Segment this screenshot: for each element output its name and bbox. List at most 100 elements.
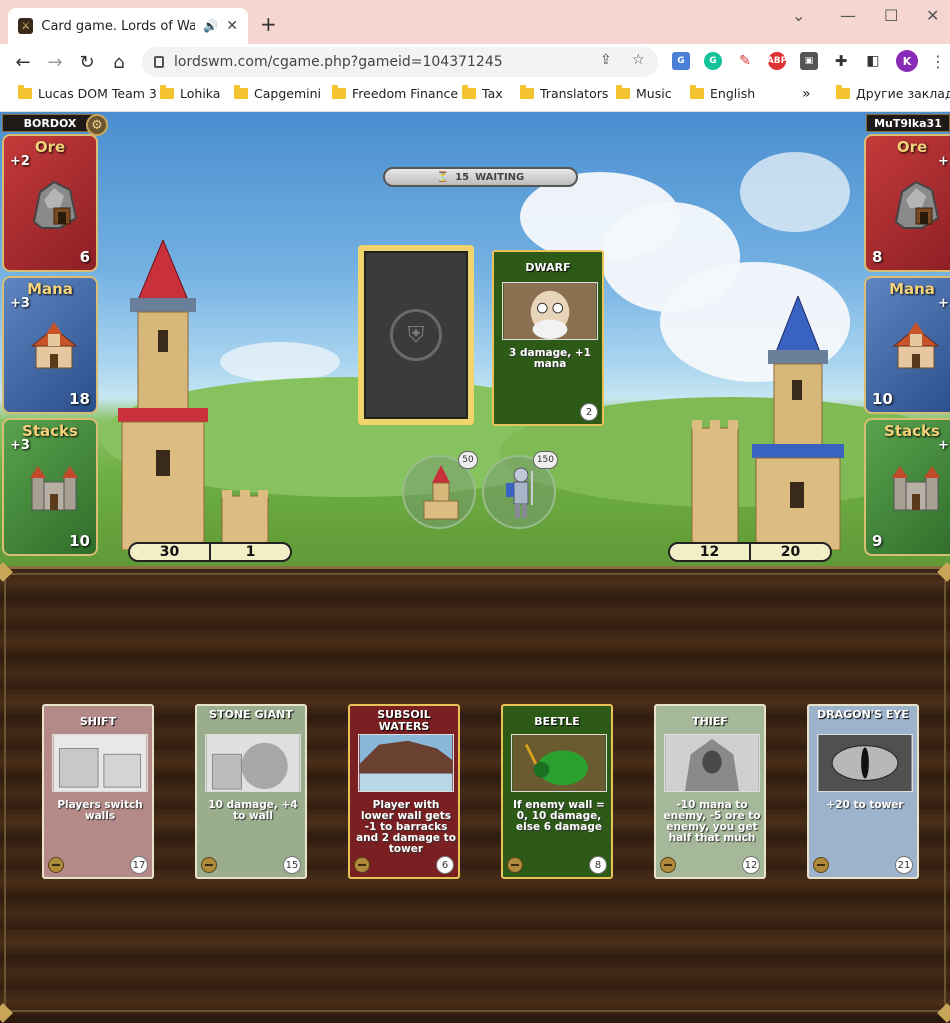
other-bookmarks[interactable]: Другие закладки [836,85,950,101]
hand-card-subsoil-waters[interactable]: SUBSOIL WATERS Player with lower wall ge… [348,704,460,879]
address-bar[interactable]: lordswm.com/cgame.php?gameid=104371245 [142,47,658,77]
folder-icon [18,85,32,99]
maximize-button[interactable]: ☐ [884,6,898,25]
discard-card-button[interactable] [507,857,523,873]
bookmarks-overflow-button[interactable]: » [802,86,811,102]
tab-title: Card game. Lords of War and [41,18,196,34]
discard-card-button[interactable] [354,857,370,873]
left-tower [118,240,208,550]
hand-card-shift[interactable]: SHIFT Players switch walls 17 [42,704,154,879]
stone-giant-image [205,734,301,792]
speaker-icon[interactable]: 🔊 [203,19,218,33]
right-tower-wall-counter: 12 20 [668,542,832,562]
ore-mine-icon [32,180,78,229]
turn-status-text: WAITING [475,171,525,183]
played-card: DWARF 3 damage, +1 mana 2 [492,250,604,426]
lock-icon[interactable] [154,56,164,68]
hand-card-beetle[interactable]: BEETLE If enemy wall = 0, 10 damage, els… [501,704,613,879]
bookmark-star-icon[interactable]: ☆ [632,52,645,68]
browser-titlebar: ⚔ Card game. Lords of War and 🔊 ✕ + ⌄ — … [0,0,950,44]
barracks-castle-icon [30,466,78,511]
game-favicon-icon: ⚔ [18,18,34,34]
left-tower-wall-counter: 30 1 [128,542,292,562]
castle-tower-icon [423,465,459,520]
hourglass-icon: ⏳ [436,171,450,183]
bookmark-item[interactable]: Lucas DOM Team 3 [18,85,157,101]
right-tower [752,296,844,550]
resource-goal-value: 150 [532,451,558,469]
bookmark-item[interactable]: English [690,85,755,101]
bookmark-item[interactable]: Freedom Finance [332,85,458,101]
profile-avatar[interactable]: K [896,50,918,72]
magic-guild-icon [892,322,940,369]
left-player-name: BORDOX [2,114,98,132]
bookmark-item[interactable]: Capgemini [234,85,321,101]
card-cost: 15 [283,856,301,874]
tower-goal-indicator: 50 [402,451,478,529]
deck-card-back-face: ⛨ [364,251,468,419]
menu-dots-icon[interactable]: ⋮ [930,52,946,71]
turn-timer: 15 [455,171,470,183]
card-cost: 21 [895,856,913,874]
deck-card-back[interactable]: ⛨ [358,245,474,425]
shift-walls-image [52,734,148,792]
folder-icon [836,85,850,99]
home-button[interactable]: ⌂ [106,50,132,74]
browser-tab[interactable]: ⚔ Card game. Lords of War and 🔊 ✕ [8,8,248,44]
translate-extension-icon[interactable]: G [672,52,690,70]
close-tab-icon[interactable]: ✕ [226,18,238,34]
share-icon[interactable]: ⇪ [600,52,612,68]
knight-icon [506,467,533,518]
discard-card-button[interactable] [201,857,217,873]
pen-extension-icon[interactable]: ✎ [736,52,754,70]
card-cost: 2 [580,403,598,421]
folder-icon [462,85,476,99]
new-tab-button[interactable]: + [260,12,277,36]
folder-icon [520,85,534,99]
browser-toolbar: ← → ↻ ⌂ lordswm.com/cgame.php?gameid=104… [0,44,950,80]
thief-image [664,734,760,792]
folder-icon [160,85,174,99]
right-stacks-panel: Stacks +3 9 [864,418,950,556]
url-text: lordswm.com/cgame.php?gameid=104371245 [174,54,503,70]
discard-card-button[interactable] [660,857,676,873]
card-hand-board: SHIFT Players switch walls 17 STONE GIAN… [0,562,950,1023]
minimize-button[interactable]: — [840,6,856,25]
chevron-down-icon[interactable]: ⌄ [792,6,805,25]
left-tower-height: 30 [130,544,211,560]
back-button[interactable]: ← [10,50,36,74]
hand-card-thief[interactable]: THIEF -10 mana to enemy, -5 ore to enemy… [654,704,766,879]
adblock-extension-icon[interactable]: ABP [767,52,787,70]
close-window-button[interactable]: ✕ [926,6,939,25]
left-wall [221,490,269,550]
reload-button[interactable]: ↻ [74,50,100,74]
bookmark-item[interactable]: Tax [462,85,503,101]
right-tower-height: 20 [780,544,801,560]
grammarly-extension-icon[interactable]: G [704,52,722,70]
extensions-puzzle-icon[interactable]: ✚ [832,52,850,70]
sidepanel-icon[interactable]: ◧ [864,52,882,70]
gear-icon[interactable]: ⚙ [86,114,108,136]
forward-button[interactable]: → [42,50,68,74]
turn-status-bar: ⏳ 15 WAITING [383,167,578,187]
folder-icon [234,85,248,99]
card-cost: 6 [436,856,454,874]
card-cost: 12 [742,856,760,874]
discard-card-button[interactable] [813,857,829,873]
folder-icon [690,85,704,99]
hand-card-dragons-eye[interactable]: DRAGON'S EYE +20 to tower 21 [807,704,919,879]
cloud [220,342,340,382]
folder-icon [332,85,346,99]
bookmark-item[interactable]: Music [616,85,672,101]
folder-icon [616,85,630,99]
left-mana-panel: Mana +3 18 [2,276,98,414]
robot-extension-icon[interactable]: ▣ [800,52,818,70]
bookmark-item[interactable]: Lohika [160,85,220,101]
right-wall [691,420,739,550]
left-stacks-panel: Stacks +3 10 [2,418,98,556]
bookmark-item[interactable]: Translators [520,85,608,101]
magic-guild-icon [30,322,78,369]
hand-card-stone-giant[interactable]: STONE GIANT 10 damage, +4 to wall 15 [195,704,307,879]
dragons-eye-image [817,734,913,792]
discard-card-button[interactable] [48,857,64,873]
